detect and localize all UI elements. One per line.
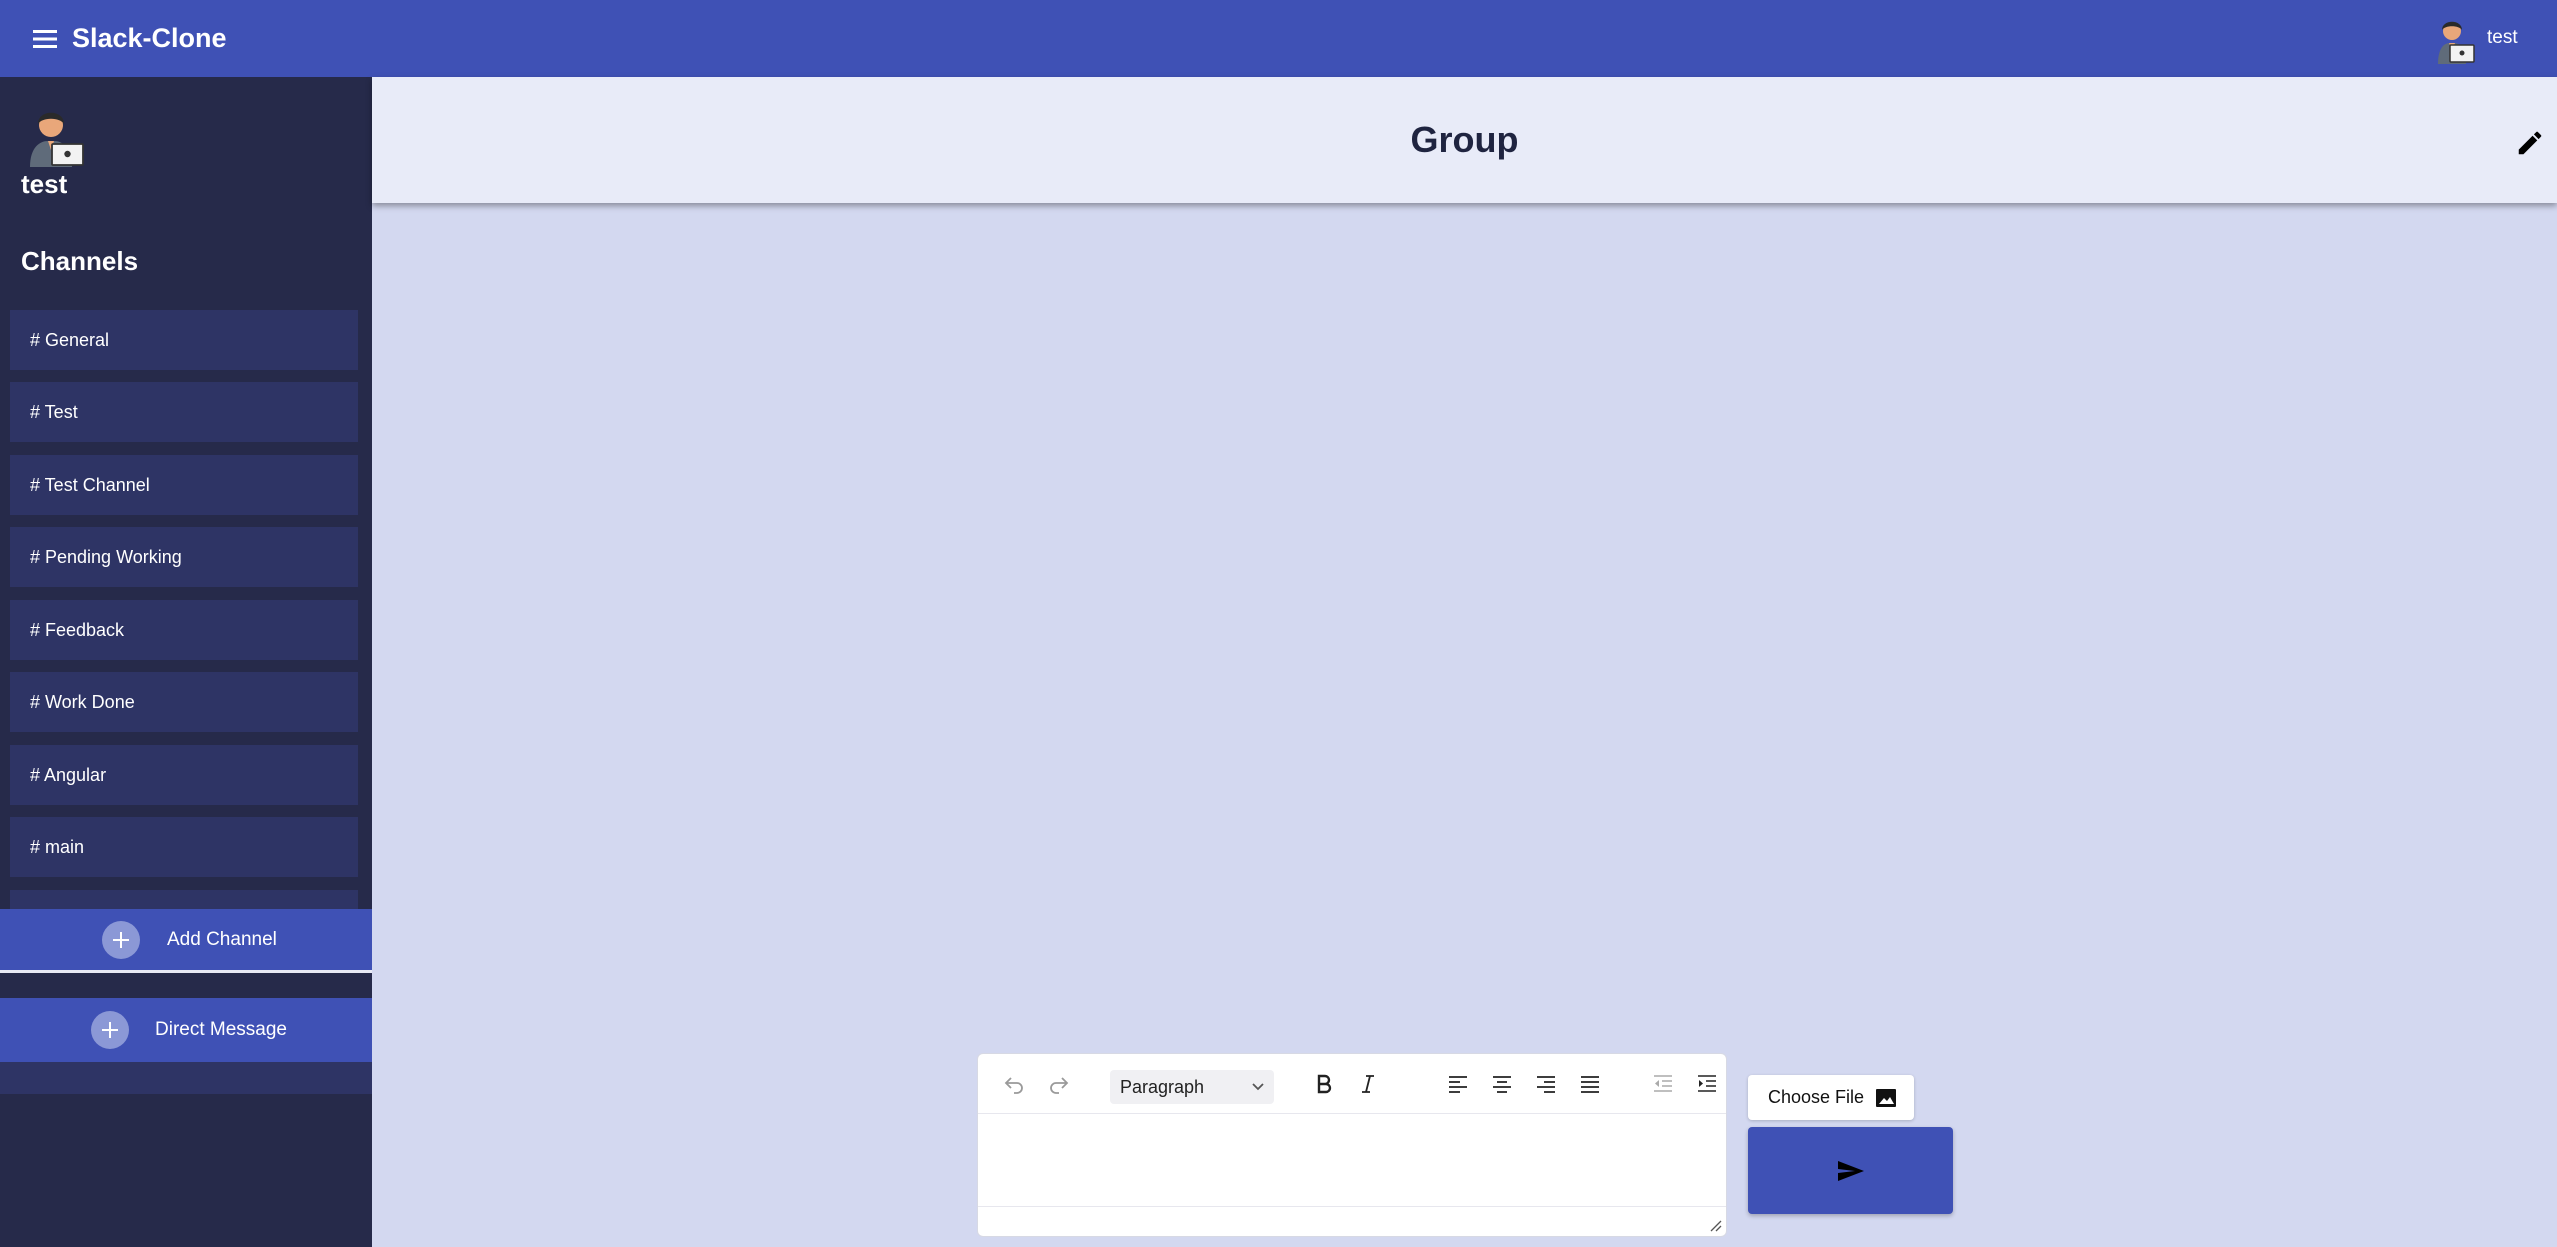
channel-item-main[interactable]: # main xyxy=(10,817,358,877)
undo-button[interactable] xyxy=(998,1068,1030,1100)
channel-item-test[interactable]: # Test xyxy=(10,382,358,442)
indent-button[interactable] xyxy=(1691,1068,1723,1100)
align-justify-icon xyxy=(1581,1076,1599,1093)
send-button[interactable] xyxy=(1748,1127,1953,1214)
direct-message-label: Direct Message xyxy=(155,1019,287,1040)
editor-statusbar xyxy=(978,1206,1726,1236)
align-justify-button[interactable] xyxy=(1574,1068,1606,1100)
channel-item-pending-working[interactable]: # Pending Working xyxy=(10,527,358,587)
image-icon xyxy=(1876,1088,1897,1107)
channel-header: Group xyxy=(372,77,2557,203)
send-icon xyxy=(1837,1160,1864,1181)
channel-item-test-channel[interactable]: # Test Channel xyxy=(10,455,358,515)
align-left-icon xyxy=(1449,1076,1467,1093)
direct-message-list xyxy=(0,1062,372,1094)
align-right-icon xyxy=(1537,1076,1555,1093)
channel-item-feedback[interactable]: # Feedback xyxy=(10,600,358,660)
menu-button[interactable] xyxy=(28,22,62,56)
align-center-button[interactable] xyxy=(1486,1068,1518,1100)
editor-toolbar: Paragraph xyxy=(978,1054,1726,1114)
bold-icon xyxy=(1317,1074,1332,1094)
add-channel-label: Add Channel xyxy=(167,928,277,950)
direct-message-button[interactable]: Direct Message xyxy=(0,998,372,1062)
channel-item-work-done[interactable]: # Work Done xyxy=(10,672,358,732)
bold-button[interactable] xyxy=(1308,1068,1340,1100)
outdent-icon xyxy=(1654,1075,1672,1092)
plus-icon xyxy=(91,1011,129,1049)
choose-file-button[interactable]: Choose File xyxy=(1748,1075,1914,1120)
align-left-button[interactable] xyxy=(1442,1068,1474,1100)
outdent-button[interactable] xyxy=(1647,1068,1679,1100)
top-username[interactable]: test xyxy=(2487,26,2518,50)
undo-icon xyxy=(1004,1077,1023,1094)
menu-icon xyxy=(33,30,57,48)
message-input[interactable] xyxy=(978,1114,1726,1206)
indent-icon xyxy=(1698,1075,1716,1092)
choose-file-label: Choose File xyxy=(1768,1087,1865,1107)
chevron-down-icon xyxy=(1252,1083,1264,1091)
italic-button[interactable] xyxy=(1352,1068,1384,1100)
add-channel-button[interactable]: Add Channel xyxy=(0,909,372,973)
channel-title: Group xyxy=(1410,119,1519,160)
sidebar-avatar xyxy=(30,112,84,167)
sidebar-username: test xyxy=(21,169,68,199)
edit-icon[interactable] xyxy=(2515,128,2545,158)
block-format-select[interactable]: Paragraph xyxy=(1110,1070,1274,1104)
app-title: Slack-Clone xyxy=(72,23,227,53)
block-format-value: Paragraph xyxy=(1120,1076,1205,1097)
italic-icon xyxy=(1362,1075,1374,1093)
redo-icon xyxy=(1050,1077,1069,1094)
resize-handle-icon[interactable] xyxy=(1708,1218,1722,1232)
channels-heading: Channels xyxy=(21,246,139,276)
channel-item-general[interactable]: # General xyxy=(10,310,358,370)
top-app-bar: Slack-Clone test xyxy=(0,0,2557,77)
align-center-icon xyxy=(1493,1076,1511,1093)
redo-button[interactable] xyxy=(1043,1068,1075,1100)
message-editor: Paragraph xyxy=(977,1053,1727,1237)
channel-item-angular[interactable]: # Angular xyxy=(10,745,358,805)
align-right-button[interactable] xyxy=(1530,1068,1562,1100)
user-avatar[interactable] xyxy=(2428,12,2476,64)
plus-icon xyxy=(102,920,140,959)
